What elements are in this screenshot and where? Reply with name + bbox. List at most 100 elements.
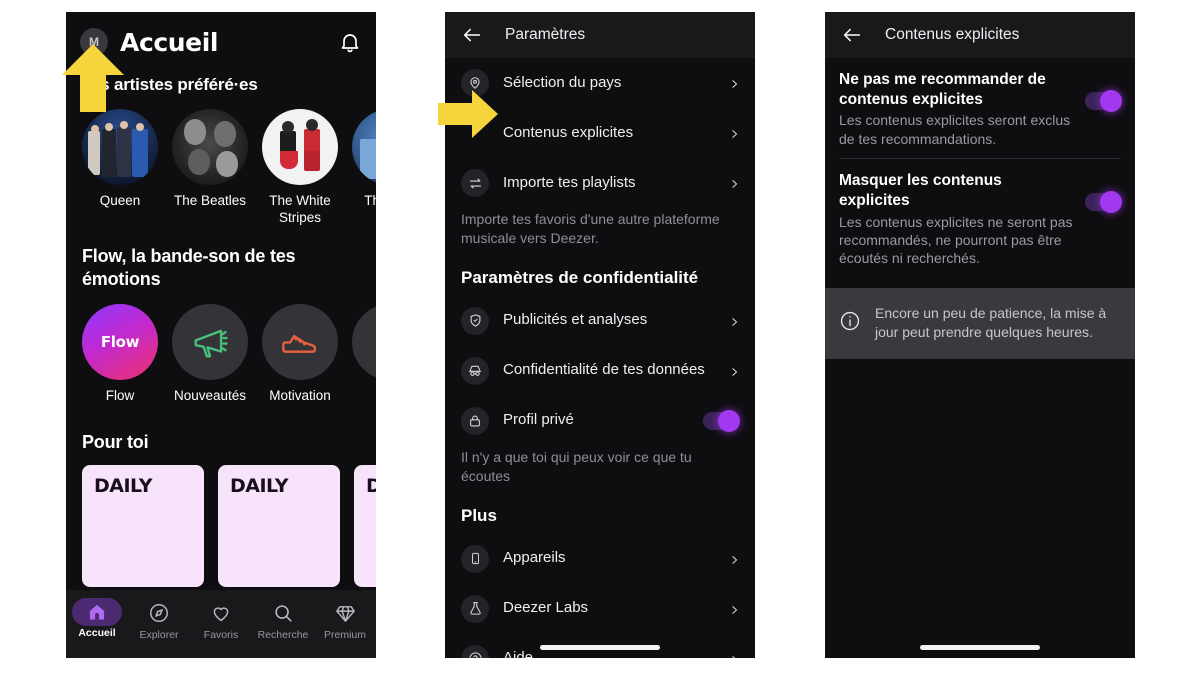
artist-photo-offs: [352, 109, 376, 186]
artist-photo-white-stripes: [262, 109, 338, 186]
arrow-left-icon[interactable]: [841, 24, 863, 46]
partial-icon: [352, 304, 376, 380]
tab-accueil[interactable]: Accueil: [66, 598, 128, 639]
hide-explicit-toggle[interactable]: [1085, 191, 1122, 214]
artist-name: The Offs: [364, 193, 376, 209]
row-title: Masquer les contenus explicites: [839, 172, 1002, 210]
arrow-right-explicit: [438, 90, 498, 138]
settings-item-private-profile[interactable]: Profil privé: [445, 396, 755, 446]
section-title-flow: Flow, la bande-son de tes émotions: [82, 246, 296, 289]
tab-label: Accueil: [78, 627, 116, 639]
settings-item-label: Profil privé: [503, 411, 574, 429]
row-title: Ne pas me recommander de contenus explic…: [839, 71, 1046, 109]
shield-icon: [461, 306, 489, 335]
arrow-left-icon[interactable]: [461, 24, 483, 46]
megaphone-icon: [172, 304, 248, 380]
tab-explorer[interactable]: Explorer: [128, 598, 190, 641]
chevron-right-icon: ›: [731, 649, 739, 658]
settings-item-label: Confidentialité de tes données: [503, 361, 705, 379]
import-help-text: Importe tes favoris d'une autre platefor…: [461, 211, 720, 246]
toggle-wrap: [1085, 171, 1122, 214]
flask-icon: [461, 594, 489, 623]
explicit-row-hide[interactable]: Masquer les contenus explicites Les cont…: [825, 159, 1135, 278]
tab-recherche[interactable]: Recherche: [252, 598, 314, 641]
flow-row[interactable]: Flow Flow Nouveautés Motivation: [66, 290, 376, 405]
artist-photo-beatles: [172, 109, 248, 186]
phone-icon: [461, 544, 489, 573]
toggle-knob: [1100, 90, 1122, 112]
explicit-row-no-recommend[interactable]: Ne pas me recommander de contenus explic…: [825, 58, 1135, 158]
settings-item-deezer-labs[interactable]: Deezer Labs ›: [445, 584, 755, 634]
home-icon: [72, 598, 122, 626]
group-title-privacy: Paramètres de confidentialité: [461, 267, 699, 287]
bell-icon[interactable]: [338, 30, 362, 54]
row-subtitle: Les contenus explicites seront exclus de…: [839, 112, 1071, 147]
chevron-right-icon: ›: [731, 596, 739, 621]
settings-header: Paramètres: [445, 12, 755, 58]
sneaker-icon: [262, 304, 338, 380]
settings-item-label: Appareils: [503, 549, 566, 567]
daily-card-label: DAILY: [94, 475, 152, 498]
settings-item-label: Publicités et analyses: [503, 311, 648, 329]
flow-tile-motivation[interactable]: Motivation: [262, 304, 338, 405]
compass-icon: [128, 598, 190, 628]
flow-tile-nouveautes[interactable]: Nouveautés: [172, 304, 248, 405]
tab-premium[interactable]: Premium: [314, 598, 376, 641]
flow-tile-label: Flow: [105, 388, 135, 403]
settings-item-devices[interactable]: Appareils ›: [445, 534, 755, 584]
artist-tile[interactable]: The White Stripes: [262, 109, 338, 227]
tab-label: Favoris: [203, 629, 239, 641]
daily-row[interactable]: DAILY DAILY DA: [66, 453, 376, 588]
toggle-knob: [1100, 191, 1122, 214]
chevron-right-icon: ›: [731, 121, 739, 145]
info-text: Encore un peu de patience, la mise à jou…: [875, 304, 1107, 341]
tab-favoris[interactable]: Favoris: [190, 598, 252, 641]
home-indicator: [540, 645, 660, 650]
artists-row[interactable]: Queen The Beatles The White Stripes T: [66, 95, 376, 227]
flow-gradient-icon: Flow: [82, 304, 158, 380]
phone-explicit-content: Contenus explicites Ne pas me recommande…: [825, 12, 1135, 658]
artist-tile[interactable]: The Beatles: [172, 109, 248, 227]
tab-label: Explorer: [139, 629, 179, 641]
daily-card-label: DAILY: [230, 475, 288, 498]
screenshot-root: M Accueil Tes artistes préféré·es Queen …: [0, 0, 1200, 675]
chevron-right-icon: ›: [731, 308, 739, 333]
daily-card[interactable]: DAILY: [218, 465, 340, 588]
flow-tile-label: So: [352, 388, 376, 405]
daily-card[interactable]: DAILY: [82, 465, 204, 588]
toggle-knob: [718, 409, 740, 432]
section-title-pour-toi: Pour toi: [82, 431, 149, 452]
artist-name: The White Stripes: [269, 193, 331, 226]
home-indicator: [920, 645, 1040, 650]
flow-tile-partial[interactable]: So: [352, 304, 376, 405]
artist-tile[interactable]: The Offs: [352, 109, 376, 227]
info-circle-icon: [839, 310, 861, 337]
page-title: Contenus explicites: [885, 26, 1020, 43]
page-title: Accueil: [120, 27, 219, 57]
tab-label: Recherche: [257, 629, 309, 641]
settings-item-data-privacy[interactable]: Confidentialité de tes données ›: [445, 346, 755, 396]
explicit-header: Contenus explicites: [825, 12, 1135, 58]
artist-name: Queen: [99, 193, 141, 209]
private-profile-toggle[interactable]: [703, 409, 740, 432]
artist-tile[interactable]: Queen: [82, 109, 158, 227]
chevron-right-icon: ›: [731, 546, 739, 571]
toggle-wrap: [1085, 70, 1122, 112]
artist-photo-queen: [82, 109, 158, 186]
flow-badge-label: Flow: [100, 333, 140, 351]
diamond-icon: [314, 598, 376, 628]
tab-label: Premium: [323, 629, 366, 641]
daily-card[interactable]: DA: [354, 465, 376, 588]
settings-item-ads-analytics[interactable]: Publicités et analyses ›: [445, 296, 755, 346]
arrow-up-profile: [62, 44, 124, 112]
page-title: Paramètres: [505, 26, 586, 43]
settings-list: Sélection du pays › Contenus explicites …: [445, 58, 755, 658]
heart-icon: [190, 598, 252, 628]
chevron-right-icon: ›: [731, 358, 739, 383]
flow-tile-flow[interactable]: Flow Flow: [82, 304, 158, 405]
settings-item-label: Deezer Labs: [503, 599, 589, 617]
daily-card-label: DA: [366, 475, 376, 498]
incognito-icon: [461, 356, 489, 385]
settings-item-import-playlists[interactable]: Importe tes playlists ›: [445, 158, 755, 208]
no-recommend-explicit-toggle[interactable]: [1085, 90, 1122, 112]
